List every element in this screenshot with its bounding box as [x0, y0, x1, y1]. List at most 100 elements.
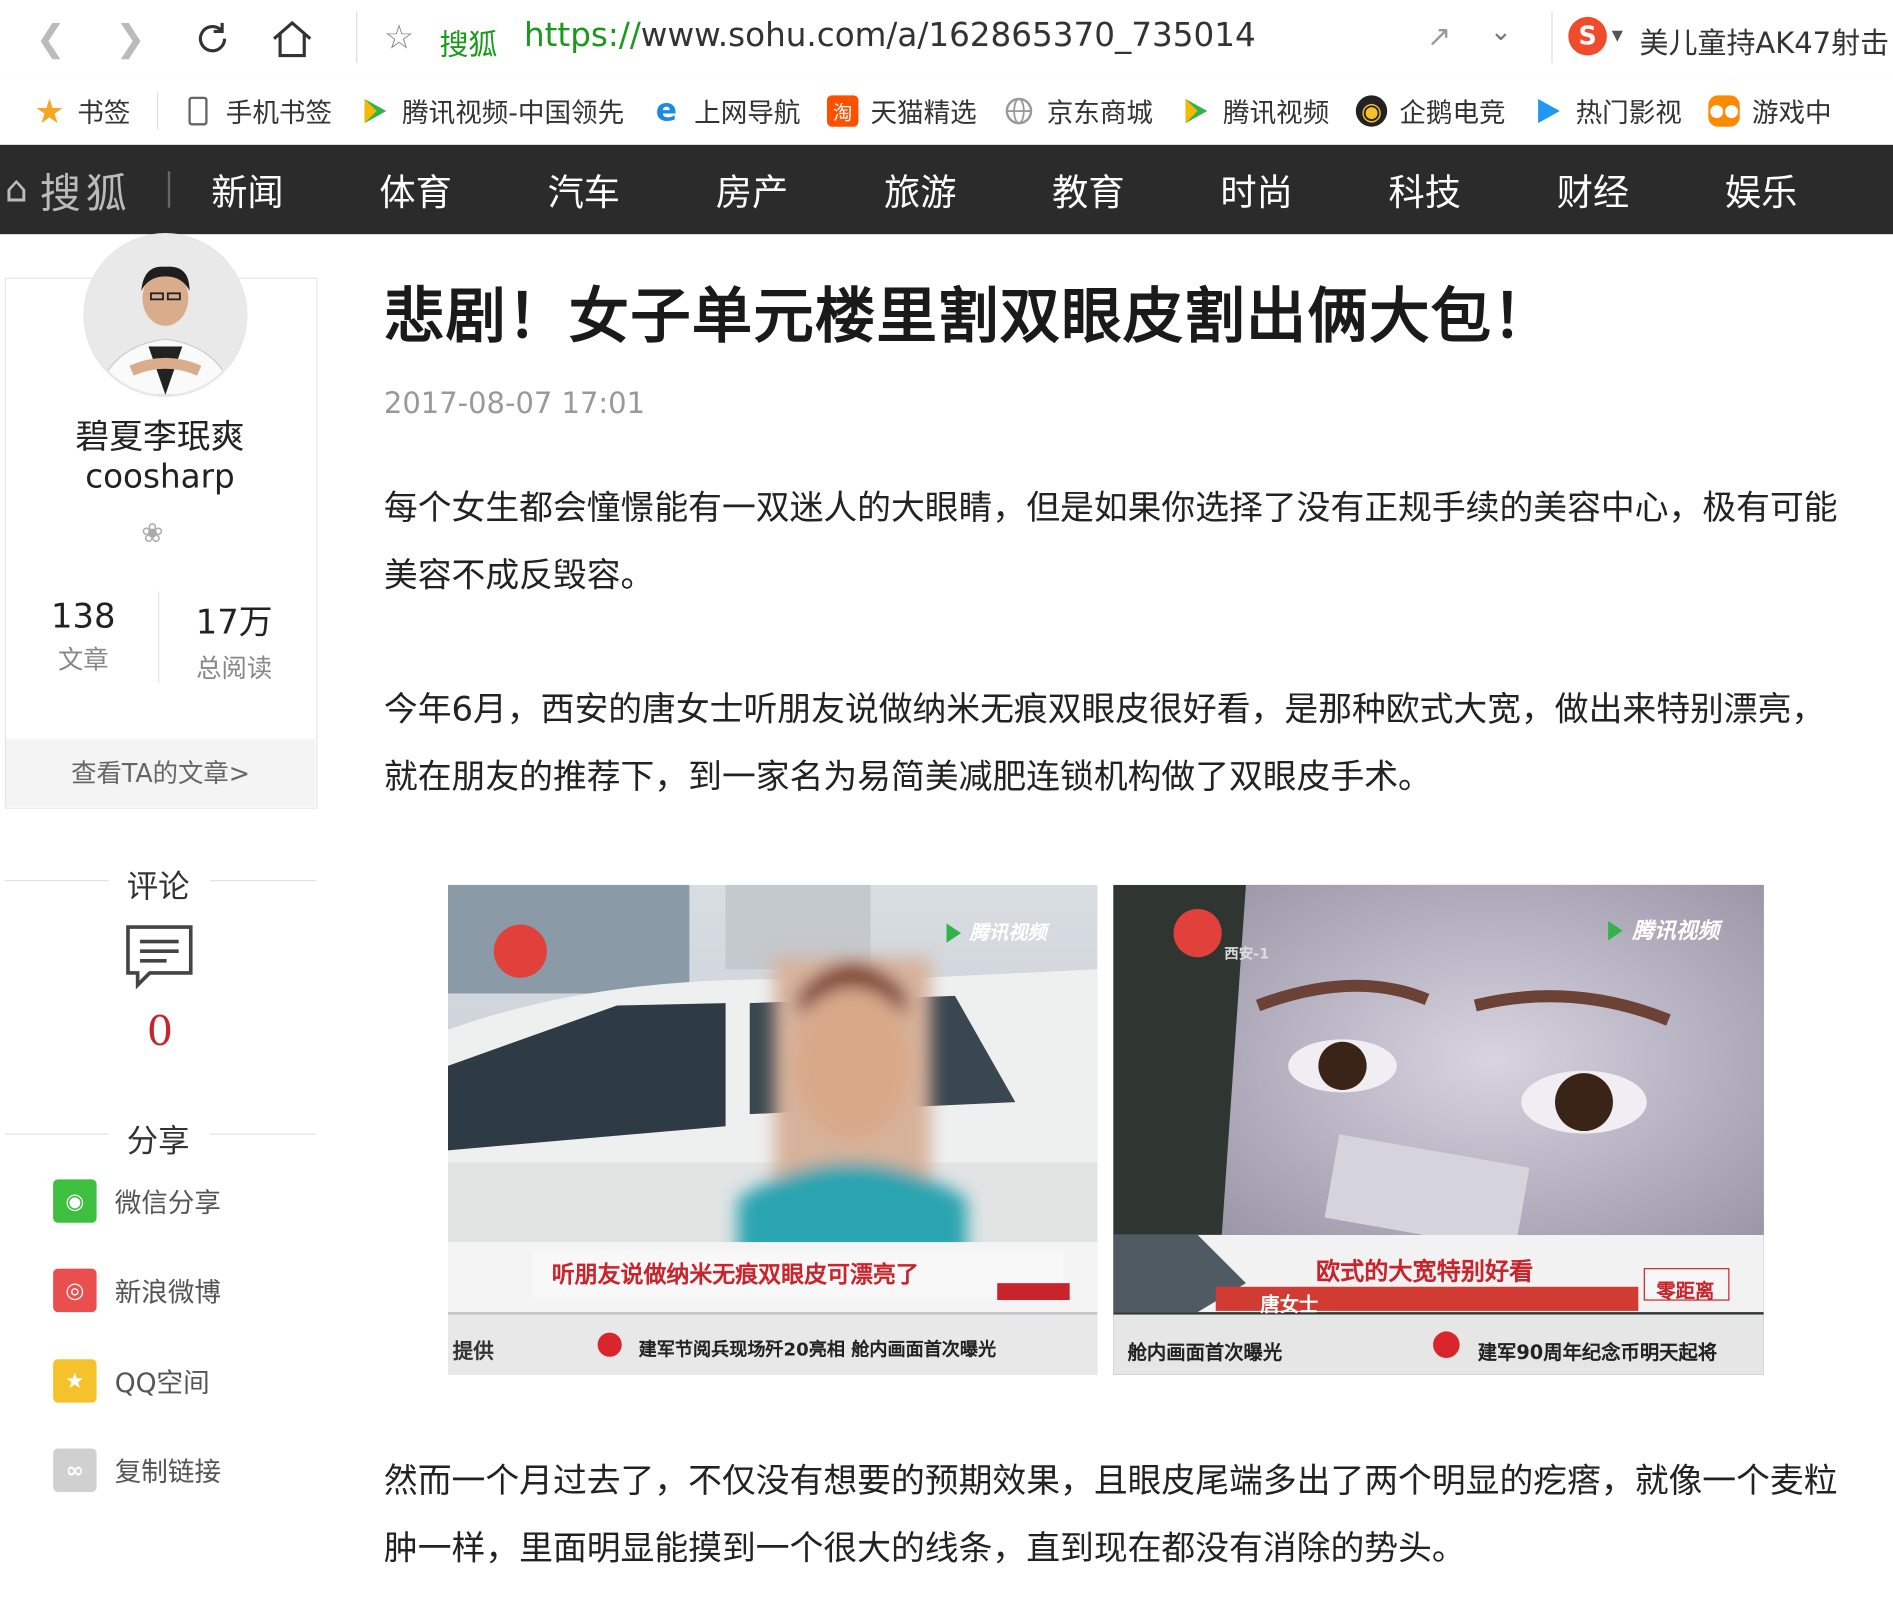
share-label: 复制链接 — [114, 1458, 221, 1489]
divider — [156, 92, 159, 130]
tao-icon: 淘 — [827, 95, 859, 127]
articles-count: 138 — [51, 596, 116, 637]
sohu-logo[interactable]: 搜狐 — [40, 160, 132, 219]
bookmark-item[interactable]: 腾讯视频 — [1180, 92, 1330, 131]
channel-education[interactable]: 教育 — [1052, 163, 1220, 216]
bookmark-item[interactable]: ●● 游戏中 — [1708, 92, 1832, 131]
share-weibo-button[interactable]: ◎ 新浪微博 — [53, 1268, 221, 1313]
view-articles-link[interactable]: 查看TA的文章> — [6, 738, 316, 807]
video-watermark: 腾讯视频 — [969, 921, 1047, 944]
article-image-eyes[interactable]: 欧式的大宽特别好看 唐女士 零距离 舱内画面首次曝光 建军90周年纪念币明天起将… — [1113, 884, 1764, 1375]
divider — [356, 12, 358, 63]
forward-icon[interactable]: ❯ — [106, 14, 154, 62]
bookmarks-bar: ★ 书签 手机书签 腾讯视频-中国领先 e 上网导航 淘天猫精选 京东商城 腾讯视频… — [0, 77, 1893, 147]
link-icon: ∞ — [53, 1448, 97, 1492]
bookmark-item[interactable]: 热门影视 — [1532, 92, 1682, 131]
article-paragraph: 今年6月，西安的唐女士听朋友说做纳米无痕双眼皮很好看，是那种欧式大宽，做出来特别… — [383, 689, 1826, 797]
refresh-icon[interactable] — [188, 14, 236, 62]
phone-icon — [182, 95, 213, 126]
bookmark-item[interactable]: 手机书签 — [182, 92, 332, 131]
address-bar: ❮ ❯ ☆ 搜狐 https://www.sohu.com/a/16286537… — [0, 0, 1893, 79]
hot-search-text[interactable]: 美儿童持AK47射击 — [1640, 19, 1890, 61]
ticker-left-text: 舱内画面首次曝光 — [1127, 1341, 1283, 1365]
gamepad-icon: ●● — [1708, 95, 1740, 127]
site-name: 搜狐 — [439, 27, 498, 62]
share-icon[interactable]: ↗ — [1427, 19, 1451, 53]
share-wechat-button[interactable]: ◉ 微信分享 — [53, 1179, 221, 1223]
channel-entertainment[interactable]: 娱乐 — [1725, 163, 1893, 216]
chevron-down-icon[interactable]: ⌄ — [1490, 17, 1512, 47]
article-image-interview[interactable]: 听朋友说做纳米无痕双眼皮可漂亮了 提供 建军节阅兵现场歼20亮相 舱内画面首次曝… — [447, 884, 1098, 1375]
comment-icon[interactable] — [126, 925, 194, 990]
channel-travel[interactable]: 旅游 — [884, 163, 1052, 216]
bookmark-item[interactable]: 腾讯视频-中国领先 — [359, 92, 625, 131]
bookmark-item[interactable]: 京东商城 — [1003, 92, 1153, 131]
article-title: 悲剧！女子单元楼里割双眼皮割出俩大包！ — [383, 281, 1554, 352]
home-icon[interactable]: ⌂ — [5, 168, 28, 210]
url-scheme: https:// — [523, 16, 641, 55]
bookmark-star-icon[interactable]: ☆ — [384, 17, 414, 57]
bookmark-label: 腾讯视频 — [1223, 98, 1330, 130]
bookmark-label: 企鹅电竞 — [1399, 98, 1506, 130]
article-date: 2017-08-07 17:01 — [383, 386, 646, 421]
bookmark-item[interactable]: ◉ 企鹅电竞 — [1355, 92, 1506, 131]
weibo-icon: ◎ — [53, 1268, 97, 1313]
share-title: 分享 — [126, 1123, 190, 1161]
comments-title: 评论 — [126, 869, 190, 906]
bookmark-item[interactable]: ★ 书签 — [34, 91, 130, 131]
browser-window: ❮ ❯ ☆ 搜狐 https://www.sohu.com/a/16286537… — [0, 0, 1893, 1609]
channel-finance[interactable]: 财经 — [1557, 163, 1725, 216]
bookmark-label: 腾讯视频-中国领先 — [402, 98, 625, 130]
news-ticker: 建军节阅兵现场歼20亮相 舱内画面首次曝光 — [638, 1338, 997, 1361]
channel-tech[interactable]: 科技 — [1389, 163, 1557, 216]
globe-icon — [1003, 95, 1034, 126]
bookmark-item[interactable]: e 上网导航 — [651, 92, 801, 131]
url-field[interactable]: https://www.sohu.com/a/162865370_735014 — [524, 17, 1256, 54]
author-name[interactable]: 碧夏李珉爽 — [5, 410, 315, 458]
bookmark-label: 游戏中 — [1751, 98, 1832, 130]
comment-count[interactable]: 0 — [5, 1008, 315, 1056]
articles-label: 文章 — [57, 645, 109, 675]
play-icon — [1532, 95, 1563, 126]
fox-badge-icon: ❀ — [141, 519, 164, 550]
ticker-left-text: 提供 — [452, 1339, 494, 1365]
article-paragraph: 每个女生都会憧憬能有一双迷人的大眼睛，但是如果你选择了没有正规手续的美容中心，极… — [383, 487, 1838, 596]
channel-fashion[interactable]: 时尚 — [1220, 163, 1388, 216]
back-icon[interactable]: ❮ — [27, 14, 75, 62]
author-handle[interactable]: coosharp — [5, 459, 315, 496]
qzone-star-icon: ★ — [53, 1359, 97, 1403]
program-badge: 零距离 — [1656, 1279, 1715, 1303]
share-label: 微信分享 — [114, 1188, 221, 1220]
bookmark-item[interactable]: 淘天猫精选 — [827, 92, 977, 131]
channel-sports[interactable]: 体育 — [379, 163, 547, 216]
channel-auto[interactable]: 汽车 — [548, 163, 716, 216]
avatar[interactable] — [83, 232, 248, 398]
play-icon — [1180, 95, 1211, 126]
play-icon — [359, 95, 390, 126]
bookmark-label: 上网导航 — [694, 98, 801, 130]
search-engine-icon[interactable]: S — [1568, 16, 1607, 56]
bookmark-label: 京东商城 — [1046, 98, 1154, 130]
station-tag: 西安-1 — [1224, 945, 1270, 963]
copy-link-button[interactable]: ∞ 复制链接 — [53, 1448, 221, 1492]
news-ticker: 建军90周年纪念币明天起将 — [1477, 1341, 1718, 1365]
wechat-icon: ◉ — [53, 1179, 97, 1223]
url-path: www.sohu.com/a/162865370_735014 — [640, 16, 1256, 55]
divider — [158, 591, 160, 684]
articles-stat: 138 文章 — [11, 596, 156, 677]
star-icon: ★ — [34, 91, 65, 131]
bookmark-label: 热门影视 — [1575, 98, 1682, 130]
channel-house[interactable]: 房产 — [716, 163, 884, 216]
search-engine-dropdown-icon[interactable]: ▼ — [1612, 27, 1623, 44]
channel-news[interactable]: 新闻 — [211, 163, 379, 216]
share-qzone-button[interactable]: ★ QQ空间 — [53, 1359, 210, 1403]
share-label: QQ空间 — [114, 1368, 210, 1400]
bookmark-label: 天猫精选 — [870, 98, 977, 130]
ie-icon: e — [655, 92, 678, 130]
reads-label: 总阅读 — [196, 654, 273, 684]
channel-nav: ⌂ 搜狐 新闻 体育 汽车 房产 旅游 教育 时尚 科技 财经 娱乐 — [0, 144, 1893, 235]
reads-count: 17万 — [195, 602, 273, 643]
reads-stat: 17万 总阅读 — [162, 596, 307, 685]
divider — [1551, 12, 1553, 63]
home-icon[interactable] — [268, 14, 316, 62]
